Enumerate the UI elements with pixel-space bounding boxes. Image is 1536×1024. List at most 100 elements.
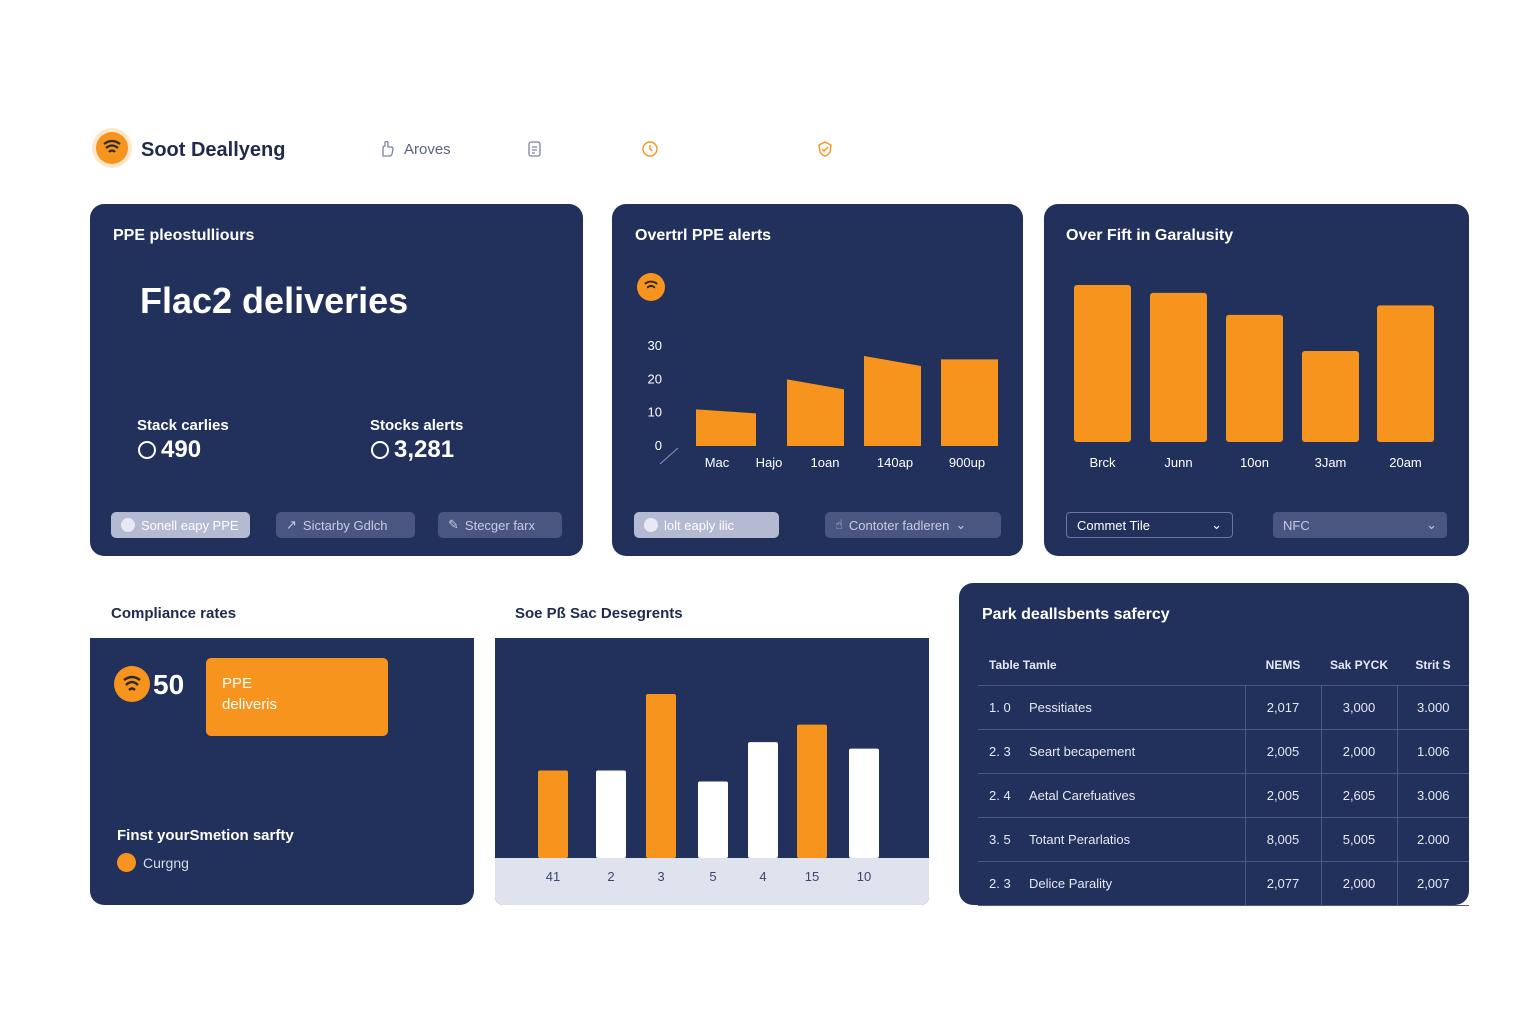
compliance-footer-title: Finst yourSmetion sarfty <box>117 827 294 844</box>
row-name: Aetal Carefuatives <box>1029 787 1136 803</box>
cell-a: 2,077 <box>1244 861 1321 906</box>
select-value: NFC <box>1283 517 1310 533</box>
safety-table: Table Tamle NEMS Sak PYCK Strit S 1. 0 Pe… <box>978 645 1469 906</box>
badge-line: deliveris <box>222 696 278 713</box>
column-header: NEMS <box>1245 645 1321 686</box>
x-tick-label: 15 <box>805 869 819 884</box>
garalusity-card: Over Fift in Garalusity Brck Junn 10on 3Jam… <box>1044 204 1469 556</box>
cell-a: 2,005 <box>1244 773 1321 818</box>
table-header-row: Table Tamle NEMS Sak PYCK Strit S <box>978 645 1469 686</box>
table-row[interactable]: 1. 0 Pessitiates 2,017 3,000 3.000 <box>978 685 1469 730</box>
cell-c: 2,007 <box>1396 861 1469 906</box>
user-icon: ☝ <box>835 517 843 532</box>
y-tick-label: 0 <box>655 438 662 453</box>
compliance-score: 50 <box>153 669 185 700</box>
cell-b: 5,005 <box>1320 817 1397 862</box>
bar <box>1074 285 1131 442</box>
bar <box>748 742 778 858</box>
x-tick-label: Brck <box>1090 455 1117 470</box>
segments-section-label: Soe Pß Sac Desegrents <box>515 605 683 622</box>
x-tick-label: 2 <box>607 869 614 884</box>
status-icon <box>117 853 136 872</box>
deliveries-card: PPE pleostulliours Flac2 deliveries Stac… <box>90 204 583 556</box>
safety-table-card: Park deallsbents safercy Table Tamle NEM… <box>959 583 1469 906</box>
cell-c: 2.000 <box>1396 817 1469 862</box>
card-title: Park deallsbents safercy <box>982 606 1170 623</box>
supply-ppe-button[interactable]: Sonell eapy PPE <box>111 512 250 538</box>
axis-line <box>659 447 679 465</box>
bar <box>646 694 676 858</box>
x-tick-label: 1oan <box>811 455 840 470</box>
table-row[interactable]: 2. 4 Aetal Carefuatives 2,005 2,605 3.006 <box>978 773 1469 818</box>
stat-label-alerts: Stocks alerts <box>370 417 464 434</box>
row-id: 1. 0 <box>989 699 1011 715</box>
chevron-down-icon: ⌄ <box>1211 517 1222 532</box>
document-icon <box>528 141 541 157</box>
row-label-cell: 2. 3 Delice Parality <box>978 861 1245 906</box>
nav-item-shield[interactable] <box>816 140 834 158</box>
compliance-section-label: Compliance rates <box>111 605 237 622</box>
table-row[interactable]: 2. 3 Delice Parality 2,077 2,000 2,007 <box>978 861 1469 906</box>
x-tick-label: 3Jam <box>1315 455 1347 470</box>
row-name: Seart becapement <box>1029 743 1136 759</box>
table-row[interactable]: 3. 5 Totant Perarlatios 8,005 5,005 2.000 <box>978 817 1469 862</box>
compliance-icon <box>114 666 150 702</box>
timer-icon <box>371 441 389 459</box>
cell-a: 2,017 <box>1244 685 1321 730</box>
badge-line: PPE <box>222 675 253 692</box>
x-tick-label: 10 <box>857 869 871 884</box>
row-name: Delice Parality <box>1029 875 1113 891</box>
nav-item-aroves[interactable]: Aroves <box>378 140 451 158</box>
select-label: Contoter fadleren <box>848 517 950 533</box>
y-tick-label: 20 <box>648 371 662 386</box>
x-tick-label: Mac <box>705 455 730 470</box>
x-tick-label: 140ap <box>877 455 913 470</box>
bar <box>1150 292 1207 442</box>
bar <box>1226 314 1283 442</box>
globe-icon <box>121 518 135 532</box>
contoter-select[interactable]: ☝ Contoter fadleren ⌄ <box>825 512 1001 538</box>
segments-bar-chart: 41 2 3 5 4 15 10 <box>538 694 879 884</box>
sort-by-button[interactable]: ↗ Sictarby Gdlch <box>276 512 415 538</box>
table-row[interactable]: 2. 3 Seart becapement 2,005 2,000 1.006 <box>978 729 1469 774</box>
row-label-cell: 2. 4 Aetal Carefuatives <box>978 773 1245 818</box>
x-tick-label: 41 <box>546 869 560 884</box>
status-text: Curgng <box>143 854 189 871</box>
stager-button[interactable]: ✎ Stecger farx <box>438 512 562 538</box>
cell-b: 2,605 <box>1320 773 1397 818</box>
chevron-down-icon: ⌄ <box>955 517 967 532</box>
nav-item-documents[interactable] <box>526 140 544 158</box>
commet-tile-select[interactable]: Commet Tile ⌄ <box>1066 512 1233 538</box>
nfc-select[interactable]: NFC ⌄ <box>1273 512 1447 538</box>
bar <box>696 409 756 446</box>
column-header: Strit S <box>1397 645 1469 686</box>
bar <box>596 770 626 858</box>
row-name: Pessitiates <box>1029 699 1092 715</box>
garalusity-bar-chart: Brck Junn 10on 3Jam 20am <box>1074 285 1434 470</box>
nav-item-clock[interactable] <box>641 140 659 158</box>
row-label-cell: 1. 0 Pessitiates <box>978 685 1245 730</box>
bar <box>864 356 921 446</box>
filter-button[interactable]: lolt eaply ilic <box>634 512 779 538</box>
card-title: Over Fift in Garalusity <box>1066 227 1234 244</box>
button-label: lolt eaply ilic <box>664 517 735 533</box>
timer-icon <box>138 441 156 459</box>
x-tick-label: 10on <box>1240 455 1269 470</box>
row-id: 2. 4 <box>989 787 1011 803</box>
alerts-bar-chart: 30 20 10 0 Mac Hajo 1oan 140ap 900up <box>648 338 998 470</box>
y-tick-label: 10 <box>648 405 662 420</box>
x-tick-label: 20am <box>1389 455 1422 470</box>
bar <box>698 781 728 858</box>
x-tick-label: 4 <box>759 869 766 884</box>
stat-value-text: 3,281 <box>394 436 455 463</box>
clock-icon <box>642 141 658 157</box>
segments-card: 41 2 3 5 4 15 10 <box>495 638 929 905</box>
bar <box>1377 305 1434 442</box>
cell-a: 2,005 <box>1244 729 1321 774</box>
column-header: Table Tamle <box>978 645 1245 686</box>
button-label: Stecger farx <box>464 517 535 533</box>
brand-name: Soot Deallyeng <box>141 139 286 161</box>
y-tick-label: 30 <box>648 338 662 353</box>
bar <box>538 770 568 858</box>
stat-label-stack: Stack carlies <box>137 417 229 434</box>
